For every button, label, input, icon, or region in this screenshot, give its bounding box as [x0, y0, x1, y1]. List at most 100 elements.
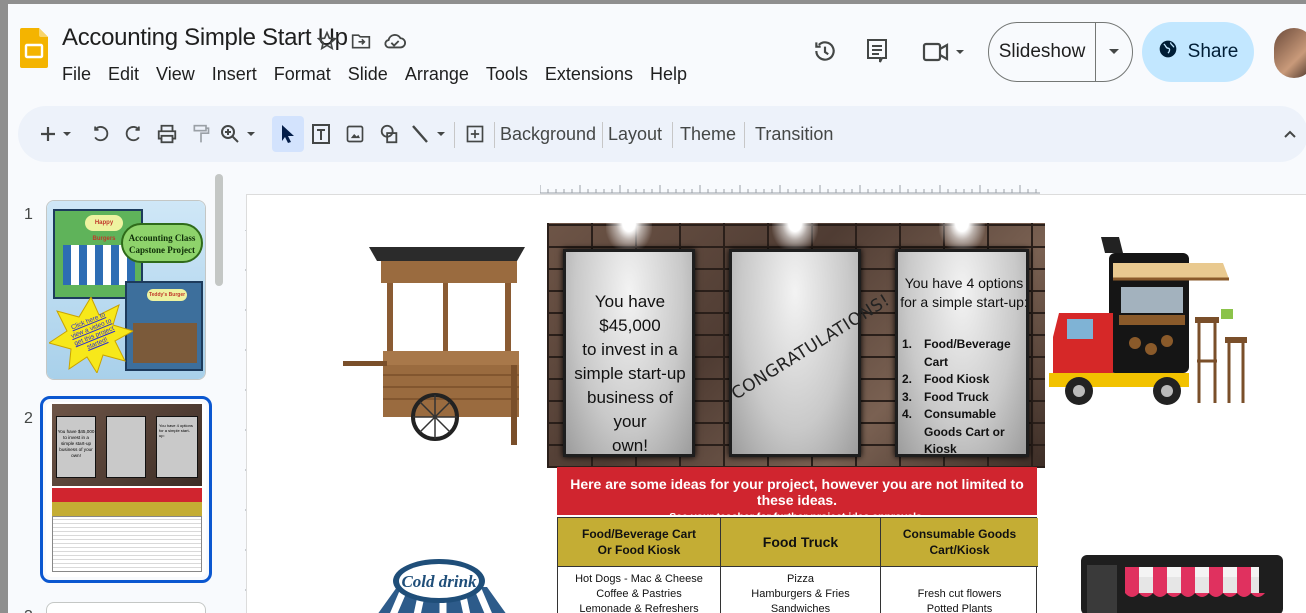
- cold-drink-label: Cold drink: [401, 572, 477, 591]
- option-number: 3.: [902, 389, 913, 404]
- slide-filmstrip: 1 Happy Burgers Accounting Class Capston…: [8, 170, 238, 613]
- background-button[interactable]: Background: [500, 124, 596, 145]
- table-cell-line: Fresh cut flowers: [917, 588, 1002, 600]
- comments-icon[interactable]: [862, 36, 892, 66]
- wooden-cart-image: [343, 247, 525, 445]
- redo-icon[interactable]: [120, 120, 146, 148]
- thumb-badge-top: Happy Burgers: [85, 215, 123, 242]
- option-item: 2. Food Kiosk: [902, 371, 1028, 389]
- app-window: Accounting Simple Start Up File Edit Vie…: [8, 4, 1306, 613]
- thumb-badge-bottom: Teddy's Burger: [147, 289, 187, 301]
- panel-congratulations: CONGRATULATIONS!: [728, 249, 894, 457]
- menu-help[interactable]: Help: [650, 64, 687, 85]
- toolbar-divider: [454, 122, 455, 148]
- collapse-toolbar-icon[interactable]: [1280, 120, 1300, 148]
- congratulations-text: CONGRATULATIONS!: [728, 290, 894, 405]
- theme-button[interactable]: Theme: [680, 124, 736, 145]
- menu-slide[interactable]: Slide: [348, 64, 388, 85]
- slideshow-button[interactable]: Slideshow: [988, 22, 1133, 82]
- paint-format-icon[interactable]: [188, 120, 214, 148]
- slide-thumbnail-3[interactable]: [46, 602, 206, 613]
- line-tool-icon[interactable]: [408, 120, 450, 148]
- option-text: Food/Beverage Cart: [924, 337, 1011, 369]
- options-heading-line: for a simple start-up:: [900, 294, 1028, 310]
- panel-line: own!: [612, 436, 648, 455]
- options-list: 1. Food/Beverage Cart 2. Food Kiosk 3. Food…: [902, 336, 1028, 459]
- print-icon[interactable]: [154, 120, 180, 148]
- options-heading-line: You have 4 options: [904, 275, 1024, 291]
- thumb-title-bubble: Accounting Class Capstone Project: [121, 223, 203, 263]
- table-cell-line: Lemonade & Refreshers: [579, 603, 699, 613]
- slides-logo-icon[interactable]: [20, 28, 48, 68]
- text-box-icon[interactable]: [308, 120, 334, 148]
- menu-view[interactable]: View: [156, 64, 195, 85]
- move-folder-icon[interactable]: [350, 30, 372, 52]
- thumb-title-line: Accounting Class: [128, 233, 196, 243]
- share-button[interactable]: Share: [1142, 22, 1254, 82]
- table-cell-line: Pizza: [787, 573, 814, 585]
- table-header: Food/Beverage Cart Or Food Kiosk: [558, 518, 721, 566]
- add-comment-icon[interactable]: [462, 120, 488, 148]
- slide-number: 3: [24, 608, 33, 613]
- menu-arrange[interactable]: Arrange: [405, 64, 469, 85]
- ideas-table: Food/Beverage Cart Or Food Kiosk Food Tru…: [557, 517, 1038, 613]
- table-cell-line: Coffee & Pastries: [596, 588, 682, 600]
- option-item: 1. Food/Beverage Cart: [902, 336, 1028, 371]
- table-cell-line: Potted Plants: [926, 603, 993, 613]
- menu-edit[interactable]: Edit: [108, 64, 139, 85]
- option-item: Goods Cart or Kiosk: [902, 424, 1028, 459]
- filmstrip-scrollbar[interactable]: [215, 174, 223, 286]
- meet-call-icon[interactable]: [918, 36, 968, 66]
- menu-format[interactable]: Format: [274, 64, 331, 85]
- menu-bar: File Edit View Insert Format Slide Arran…: [62, 64, 704, 85]
- zoom-icon[interactable]: [218, 120, 258, 148]
- panel-line: to invest in a: [582, 340, 678, 359]
- undo-icon[interactable]: [88, 120, 114, 148]
- table-header-line: Consumable Goods: [902, 527, 1017, 541]
- menu-file[interactable]: File: [62, 64, 91, 85]
- toolbar-divider: [672, 122, 673, 148]
- slide[interactable]: You have $45,000 to invest in a simple s…: [246, 194, 1306, 613]
- option-text: Food Truck: [924, 389, 989, 404]
- toolbar-divider: [602, 122, 603, 148]
- select-tool-icon[interactable]: [272, 116, 304, 152]
- option-text: Goods Cart or Kiosk: [924, 424, 1005, 457]
- table-cell-line: Hamburgers & Fries: [751, 588, 850, 600]
- table-header-line: Or Food Kiosk: [597, 543, 681, 557]
- slideshow-dropdown-icon[interactable]: [1096, 48, 1132, 56]
- table-cell-line: Sandwiches: [770, 603, 831, 613]
- thumb-2-content: You have $45,000 to invest in a simple s…: [46, 402, 206, 577]
- toolbar: Background Layout Theme Transition: [18, 106, 1306, 162]
- menu-extensions[interactable]: Extensions: [545, 64, 633, 85]
- cold-drink-stand-image: Cold drink: [378, 559, 506, 613]
- insert-image-icon[interactable]: [342, 120, 368, 148]
- globe-icon: [1158, 39, 1178, 65]
- kiosk-awning-image: [1081, 555, 1283, 613]
- transition-button[interactable]: Transition: [755, 124, 833, 145]
- star-icon[interactable]: [316, 30, 338, 52]
- slide-thumbnail-1[interactable]: Happy Burgers Accounting Class Capstone …: [46, 200, 206, 380]
- slideshow-label: Slideshow: [998, 41, 1086, 62]
- panel-investment: You have $45,000 to invest in a simple s…: [563, 249, 695, 457]
- toolbar-divider: [744, 122, 745, 148]
- panel-options: You have 4 options for a simple start-up…: [895, 249, 1029, 457]
- new-slide-icon[interactable]: [38, 120, 76, 148]
- option-number: 4.: [902, 407, 913, 421]
- thumb-text: own!: [71, 453, 81, 458]
- thumb-starburst[interactable]: Click here to view a video to get this p…: [47, 295, 135, 375]
- layout-button[interactable]: Layout: [608, 124, 662, 145]
- table-header: Food Truck: [721, 518, 881, 566]
- cloud-saved-icon[interactable]: [384, 30, 406, 52]
- option-item: 3. Food Truck: [902, 389, 1028, 407]
- shape-icon[interactable]: [376, 120, 402, 148]
- slide-thumbnail-2-selected[interactable]: You have $45,000 to invest in a simple s…: [40, 396, 212, 583]
- table-header-line: Cart/Kiosk: [929, 543, 990, 557]
- account-avatar[interactable]: [1274, 28, 1306, 78]
- options-heading: You have 4 options for a simple start-up…: [900, 274, 1028, 312]
- menu-tools[interactable]: Tools: [486, 64, 528, 85]
- version-history-icon[interactable]: [810, 36, 840, 66]
- table-header: Consumable Goods Cart/Kiosk: [881, 518, 1038, 566]
- document-title[interactable]: Accounting Simple Start Up: [62, 24, 348, 52]
- menu-insert[interactable]: Insert: [212, 64, 257, 85]
- table-cell: Hot Dogs - Mac & Cheese Coffee & Pastrie…: [558, 567, 721, 613]
